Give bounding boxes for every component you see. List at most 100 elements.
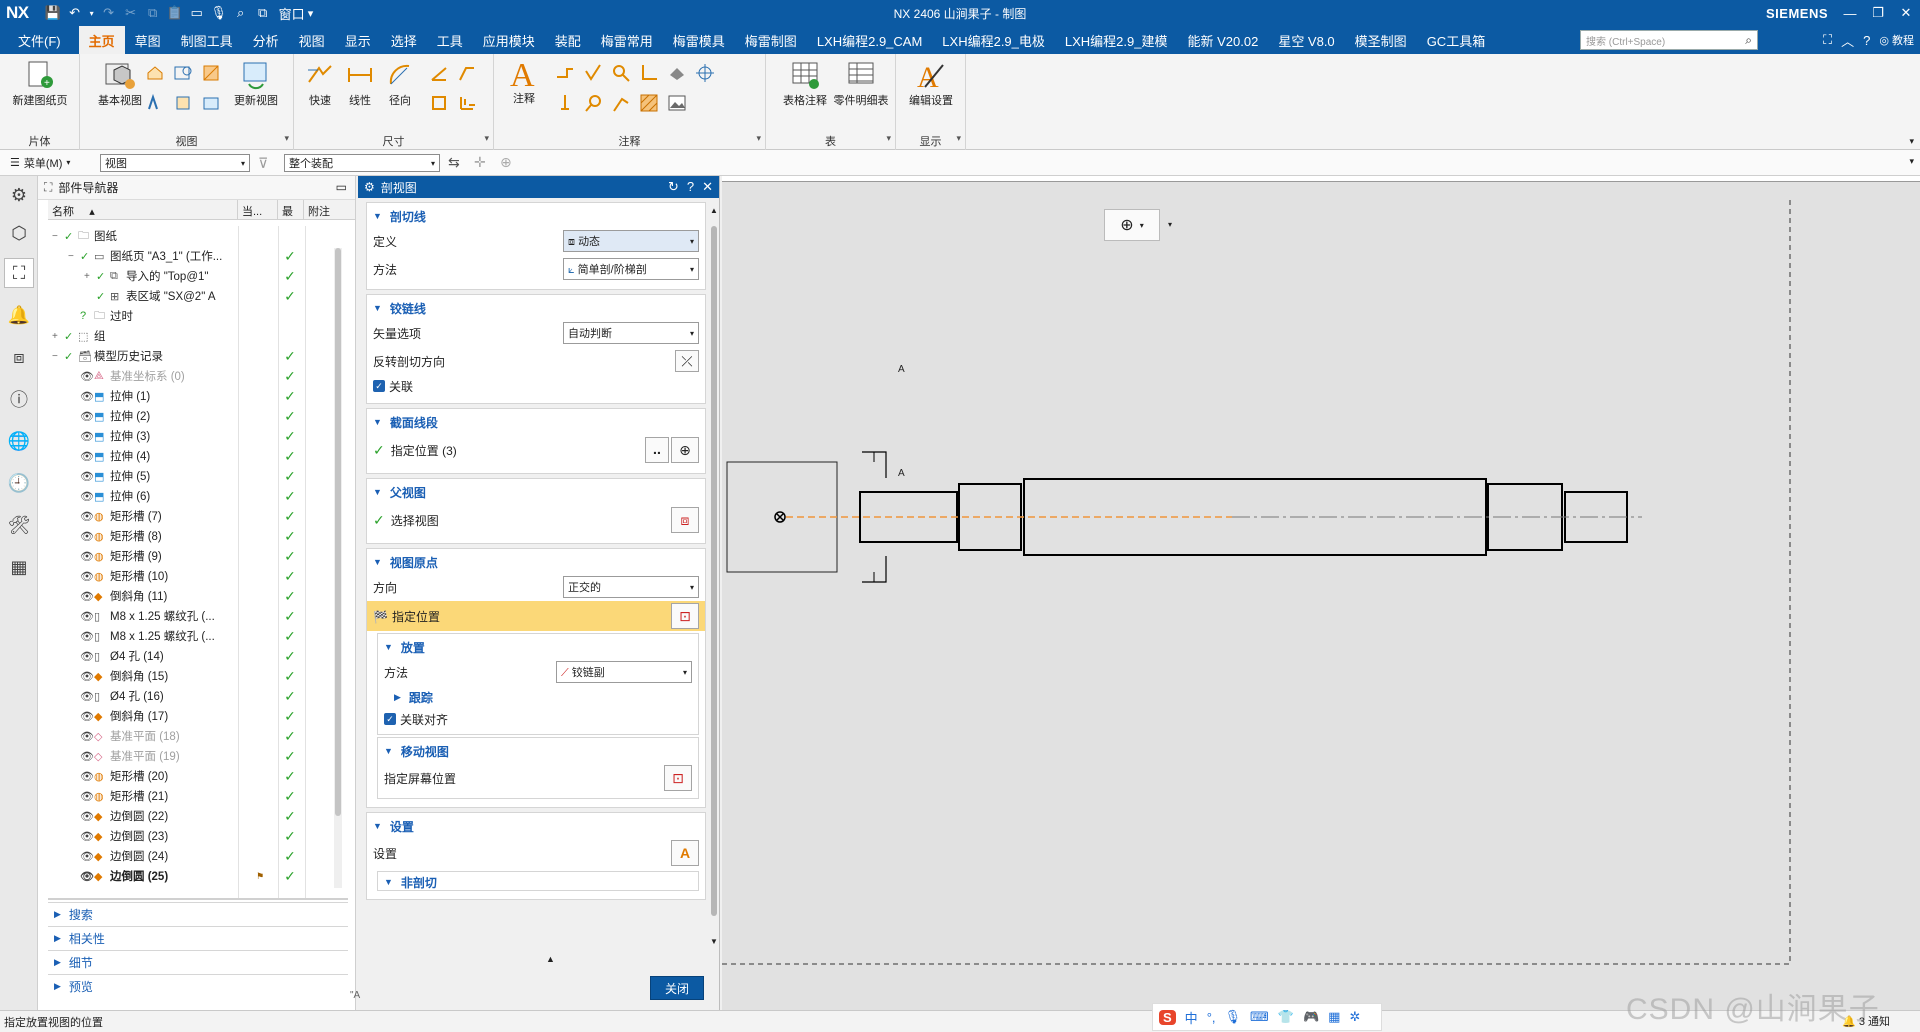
visibility-eye-icon[interactable]: 👁 xyxy=(80,730,94,743)
tab-12[interactable]: 梅雷制图 xyxy=(735,26,807,54)
angular-dimension-icon[interactable] xyxy=(428,62,450,84)
navigator-row[interactable]: 👁 ◆ 边倒圆 (24) ✓ xyxy=(48,846,348,866)
navigator-row[interactable]: 👁 ⬒ 拉伸 (4) ✓ xyxy=(48,446,348,466)
scroll-down-icon[interactable]: ▼ xyxy=(710,937,718,946)
segment-point-icon[interactable]: ⊕ xyxy=(671,437,699,463)
tab-9[interactable]: 装配 xyxy=(545,26,591,54)
notifications[interactable]: 🔔 3 通知 xyxy=(1842,1013,1890,1029)
datum-feature-icon[interactable] xyxy=(610,92,632,114)
command-finder-icon[interactable]: ⌕ xyxy=(231,3,251,23)
select-view-button[interactable]: ⧈ xyxy=(671,507,699,533)
point-dialog-icon[interactable]: ⠤ xyxy=(645,437,669,463)
tabular-note-button[interactable]: 表格注释 xyxy=(780,58,830,108)
navigator-section-3[interactable]: ▶ 预览 xyxy=(48,974,348,998)
tab-4[interactable]: 视图 xyxy=(289,26,335,54)
column-latest[interactable]: 最 xyxy=(278,200,304,219)
definition-select[interactable]: ⧈ 动态 ▾ xyxy=(563,230,699,252)
game-icon[interactable]: 🎮 xyxy=(1303,1009,1319,1025)
broken-out-icon[interactable] xyxy=(172,92,194,114)
cut-icon[interactable]: ✂ xyxy=(121,3,141,23)
annotation-group-dropdown-icon[interactable]: ▾ xyxy=(756,133,761,144)
chamfer-dimension-icon[interactable] xyxy=(456,62,478,84)
visibility-eye-icon[interactable]: 👁 xyxy=(80,710,94,723)
visibility-eye-icon[interactable]: 👁 xyxy=(80,550,94,563)
checkmark-icon[interactable]: ✓ xyxy=(80,250,94,263)
skin-icon[interactable]: 👕 xyxy=(1278,1009,1294,1025)
navigator-row[interactable]: 👁 ◍ 矩形槽 (9) ✓ xyxy=(48,546,348,566)
navigator-row[interactable]: 👁 ◆ 边倒圆 (22) ✓ xyxy=(48,806,348,826)
tab-3[interactable]: 分析 xyxy=(243,26,289,54)
ime-language[interactable]: 中 xyxy=(1185,1008,1198,1027)
specify-location-button[interactable]: ⊡ xyxy=(671,603,699,629)
navigator-row[interactable]: − ✓ 🗀 图纸 xyxy=(48,226,348,246)
tab-1[interactable]: 草图 xyxy=(125,26,171,54)
navigator-row[interactable]: 👁 ▯ Ø4 孔 (14) ✓ xyxy=(48,646,348,666)
tab-10[interactable]: 梅雷常用 xyxy=(591,26,663,54)
specify-location-row[interactable]: 🏁 指定位置 ⊡ xyxy=(367,601,705,631)
new-sheet-button[interactable]: + 新建图纸页 xyxy=(8,58,72,108)
navigator-row[interactable]: 👁 ⬒ 拉伸 (2) ✓ xyxy=(48,406,348,426)
navigator-row[interactable]: 👁 ⬒ 拉伸 (5) ✓ xyxy=(48,466,348,486)
expand-toggle-icon[interactable]: − xyxy=(52,351,64,362)
punctuation-icon[interactable]: °, xyxy=(1207,1010,1216,1025)
web-browser-icon[interactable]: 🌐 xyxy=(4,426,34,456)
column-attach[interactable]: 附注 xyxy=(304,200,344,219)
navigator-row[interactable]: ✓ ⊞ 表区域 "SX@2" A ✓ xyxy=(48,286,348,306)
parent-view-header[interactable]: ▼ 父视图 xyxy=(373,481,699,503)
tab-2[interactable]: 制图工具 xyxy=(171,26,243,54)
rapid-dimension-button[interactable]: 快速 xyxy=(300,58,340,108)
navigator-row[interactable]: 👁 ▯ M8 x 1.25 螺纹孔 (... ✓ xyxy=(48,626,348,646)
view-origin-header[interactable]: ▼ 视图原点 xyxy=(373,551,699,573)
image-icon[interactable] xyxy=(666,92,688,114)
expand-toggle-icon[interactable]: + xyxy=(52,331,64,342)
feature-control-frame-icon[interactable] xyxy=(554,62,576,84)
dimension-group-dropdown-icon[interactable]: ▾ xyxy=(484,133,489,144)
visibility-eye-icon[interactable]: 👁 xyxy=(80,530,94,543)
expand-toggle-icon[interactable]: − xyxy=(68,251,80,262)
surface-finish-icon[interactable] xyxy=(582,62,604,84)
visibility-eye-icon[interactable]: 👁 xyxy=(80,510,94,523)
view-group-dropdown-icon[interactable]: ▾ xyxy=(284,133,289,144)
ribbon-options-icon[interactable]: ▾ xyxy=(1909,136,1914,147)
navigator-row[interactable]: 👁 ▯ M8 x 1.25 螺纹孔 (... ✓ xyxy=(48,606,348,626)
detail-view-icon[interactable] xyxy=(172,62,194,84)
keyboard-icon[interactable]: ⌨ xyxy=(1250,1009,1269,1025)
visibility-eye-icon[interactable]: 👁 xyxy=(80,450,94,463)
screen-position-button[interactable]: ⊡ xyxy=(664,765,692,791)
navigator-row[interactable]: 👁 ⟁ 基准坐标系 (0) ✓ xyxy=(48,366,348,386)
projected-view-icon[interactable] xyxy=(144,62,166,84)
select-more-icon[interactable]: ⊕ xyxy=(500,154,512,171)
checkmark-icon[interactable]: ✓ xyxy=(64,230,78,243)
navigator-maximize-icon[interactable]: ▭ xyxy=(336,180,347,194)
balloon-icon[interactable] xyxy=(582,92,604,114)
navigator-row[interactable]: + ✓ ⧉ 导入的 "Top@1" ✓ xyxy=(48,266,348,286)
checkmark-icon[interactable]: ✓ xyxy=(96,270,110,283)
section-view-icon[interactable] xyxy=(200,62,222,84)
info-icon[interactable]: ⓘ xyxy=(4,384,34,414)
touch-mode-icon[interactable]: ▭ xyxy=(187,3,207,23)
select-intent-icon[interactable]: ⇆ xyxy=(448,154,460,171)
select-add-icon[interactable]: ✛ xyxy=(474,154,486,171)
tab-6[interactable]: 选择 xyxy=(381,26,427,54)
update-view-button[interactable]: 更新视图 xyxy=(224,58,288,108)
break-view-icon[interactable] xyxy=(144,92,166,114)
collapse-ribbon-icon[interactable]: ︿ xyxy=(1841,31,1854,50)
checkmark-icon[interactable]: ✓ xyxy=(64,350,78,363)
navigator-row[interactable]: 👁 ◆ 倒斜角 (15) ✓ xyxy=(48,666,348,686)
paste-icon[interactable]: 📋 xyxy=(165,3,185,23)
navigator-row[interactable]: − ✓ 🗃 模型历史记录 ✓ xyxy=(48,346,348,366)
navigator-row[interactable]: 👁 ⬒ 拉伸 (3) ✓ xyxy=(48,426,348,446)
visibility-eye-icon[interactable]: 👁 xyxy=(80,630,94,643)
visibility-eye-icon[interactable]: 👁 xyxy=(80,750,94,763)
save-icon[interactable]: 💾 xyxy=(43,3,63,23)
non-section-header[interactable]: ▼ 非剖切 xyxy=(384,874,692,890)
settings-header[interactable]: ▼ 设置 xyxy=(373,815,699,837)
navigator-row[interactable]: 👁 ◍ 矩形槽 (8) ✓ xyxy=(48,526,348,546)
visibility-eye-icon[interactable]: 👁 xyxy=(80,690,94,703)
tab-0[interactable]: 主页 xyxy=(78,26,125,54)
id-symbol-icon[interactable] xyxy=(554,92,576,114)
navigator-row[interactable]: 👁 ◍ 矩形槽 (7) ✓ xyxy=(48,506,348,526)
display-group-dropdown-icon[interactable]: ▾ xyxy=(956,133,961,144)
checkmark-icon[interactable]: ✓ xyxy=(64,330,78,343)
tab-18[interactable]: 模圣制图 xyxy=(1345,26,1417,54)
